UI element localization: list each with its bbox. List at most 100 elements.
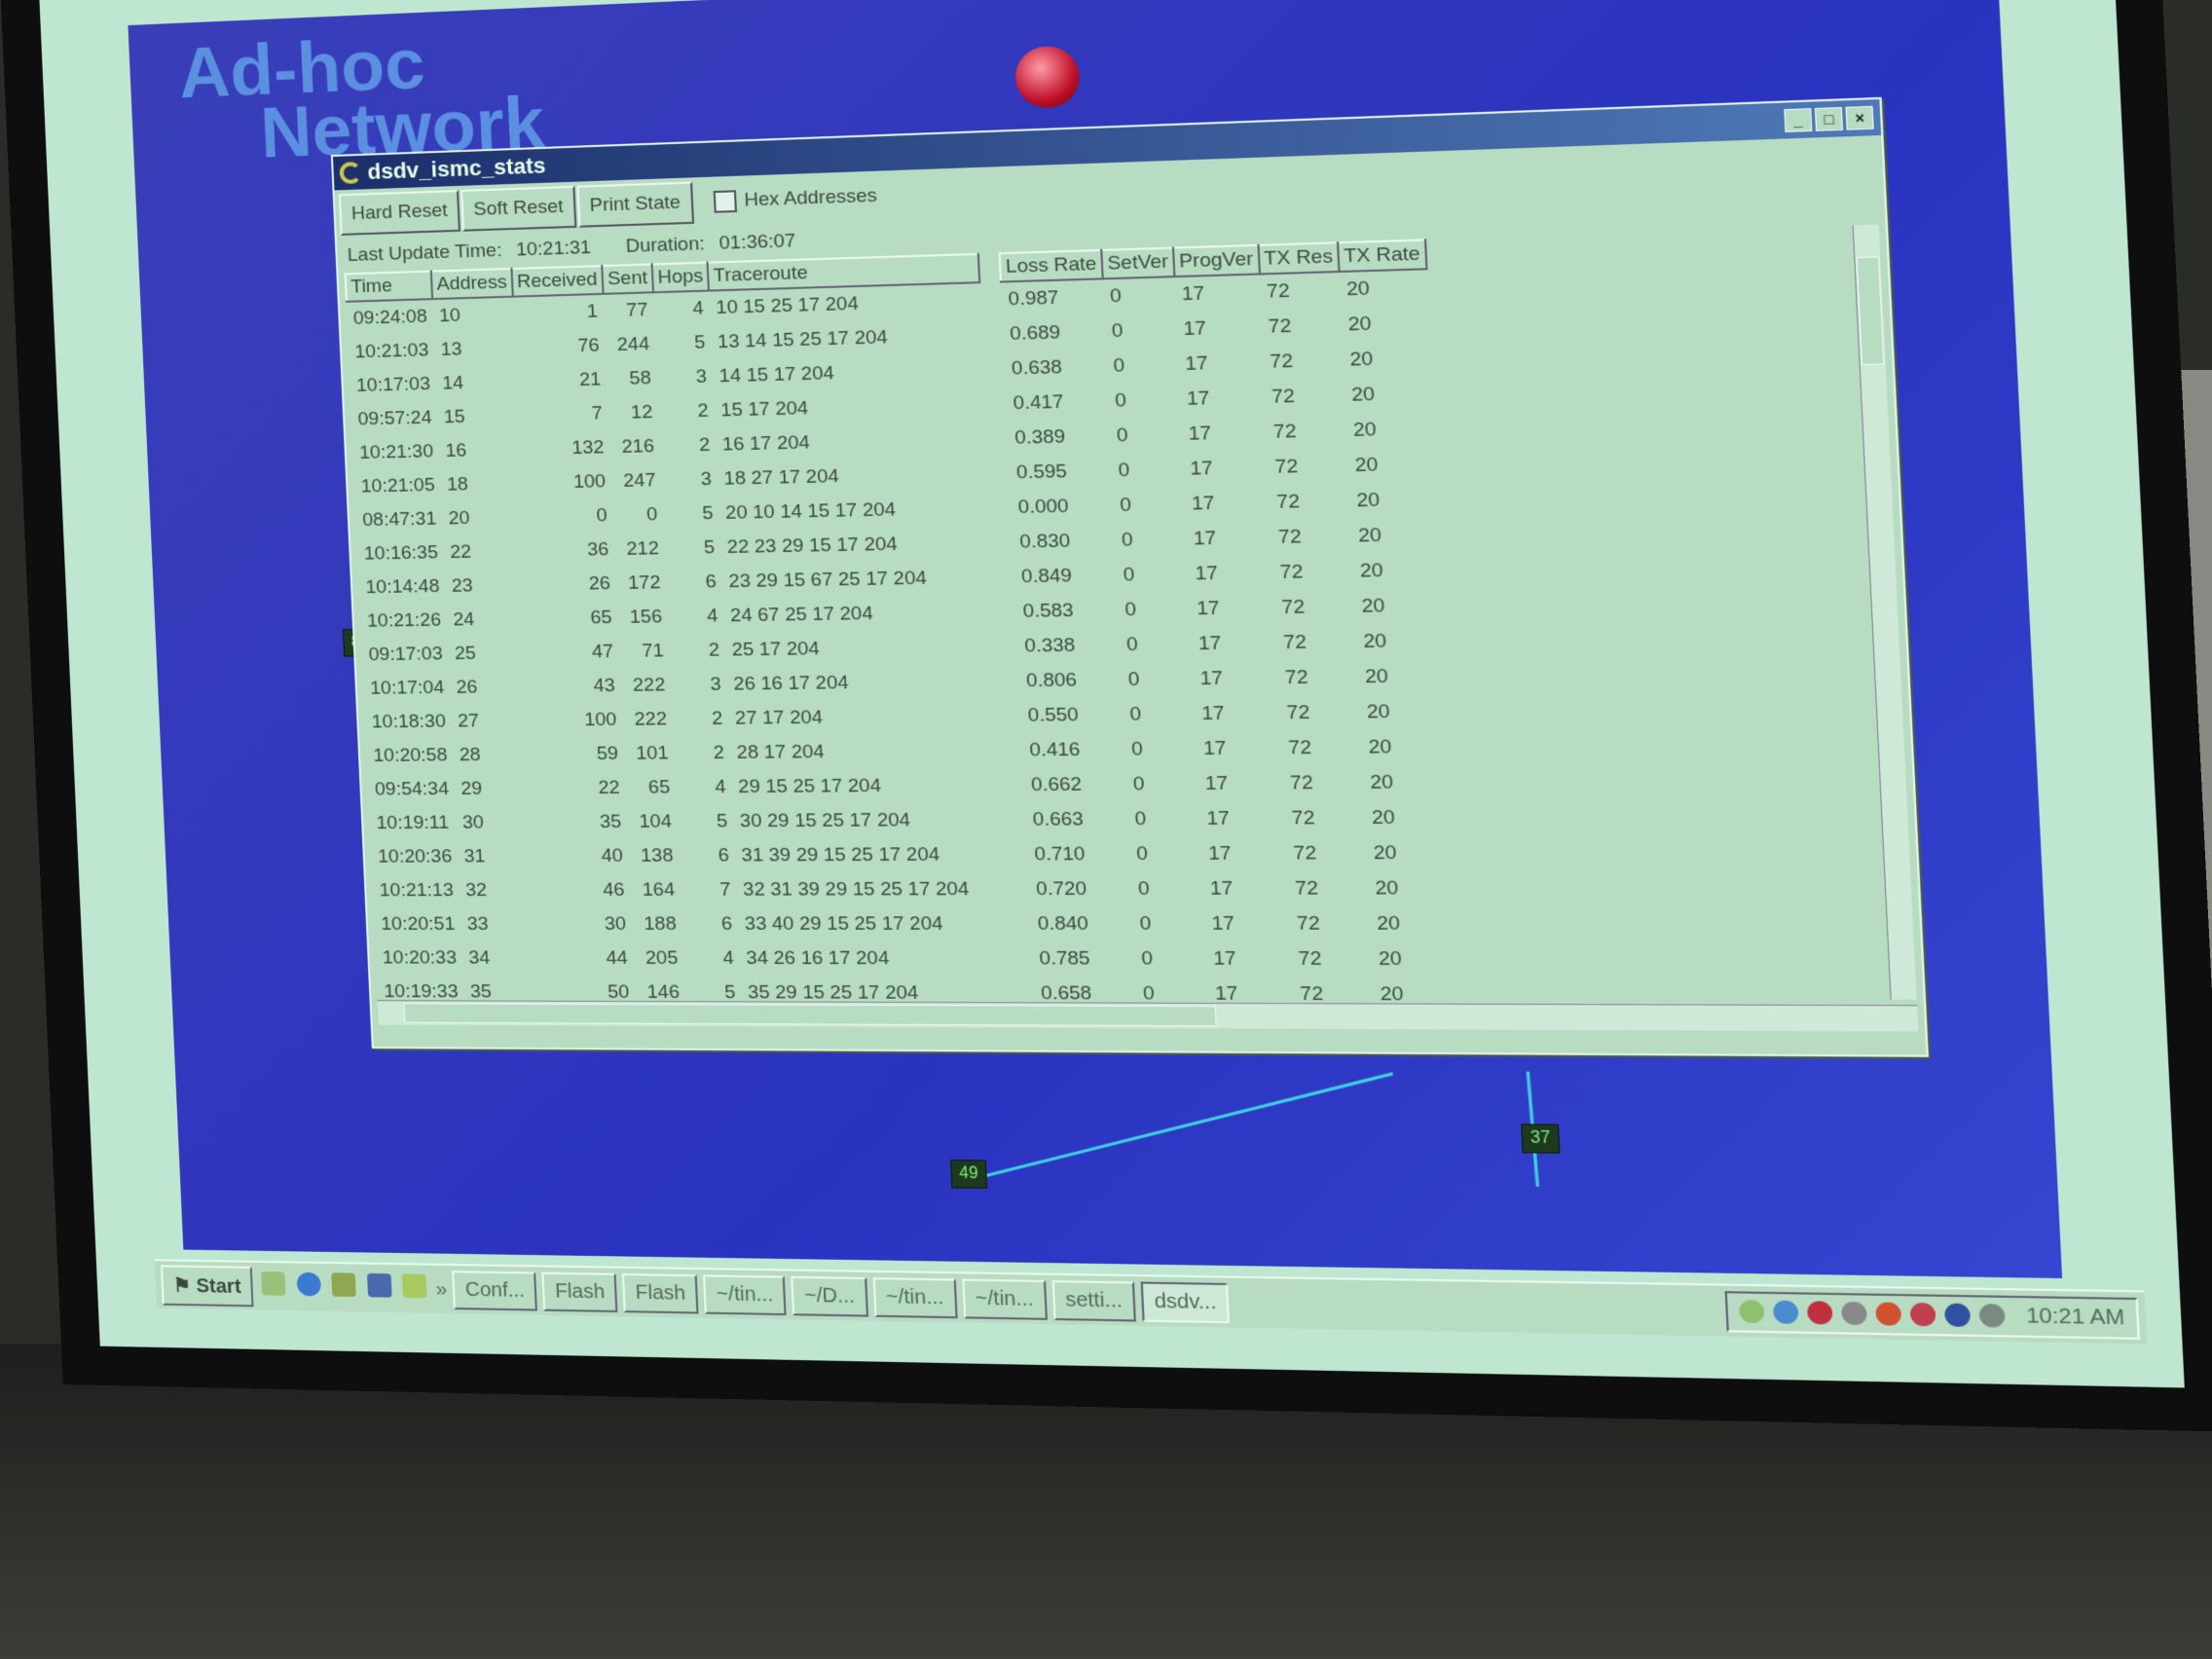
cell-sent: 188 [643,913,678,936]
cell-progver: 17 [1199,667,1224,690]
cell-sent: 222 [632,674,666,696]
cell-tx-rate: 20 [1357,524,1382,547]
horizontal-scrollbar[interactable] [377,1000,1919,1032]
cell-progver: 17 [1196,597,1221,620]
cell-time: 10:20:33 [382,947,458,969]
cell-gap [990,491,1013,526]
column-header-progver[interactable]: ProgVer [1172,244,1260,277]
table-row[interactable]: 10:21:13 32 46 164 7 32 31 39 29 15 25 17 204… [373,871,1457,908]
cell-hops: 5 [716,810,728,832]
cell-progver: 17 [1200,702,1226,725]
table-row[interactable]: 10:20:51 33 30 188 6 33 40 29 15 25 17 204 0.8… [374,906,1458,941]
cell-hops: 2 [708,640,720,661]
quick-launch [258,1272,430,1304]
column-header-hops[interactable]: Hops [651,262,710,293]
cell-gap [981,317,1004,352]
cell-received: 65 [589,607,613,629]
taskbar-item[interactable]: setti... [1051,1279,1136,1322]
print-state-button[interactable]: Print State [576,181,694,228]
column-header-loss-rate[interactable]: Loss Rate [999,249,1103,282]
cell-time: 10:21:30 [358,441,434,464]
column-header-tx-res[interactable]: TX Res [1258,242,1340,275]
cell-loss-rate: 0.830 [1018,530,1071,553]
more-button[interactable]: » [435,1278,448,1302]
cell-tx-rate: 20 [1359,560,1384,582]
desktop-icon[interactable] [261,1272,286,1296]
taskbar-item[interactable]: dsdv... [1140,1280,1231,1323]
stats-window: dsdv_ismc_stats _ □ × Hard Reset Soft Re… [330,96,1930,1057]
column-header-setver[interactable]: SetVer [1101,247,1175,279]
cell-sent: 12 [630,401,653,424]
taskbar-item[interactable]: Flash [622,1272,699,1313]
cell-time: 10:19:11 [376,812,450,834]
network-node[interactable]: 49 [949,1160,987,1189]
cell-progver: 17 [1207,842,1233,866]
cell-time: 10:17:03 [355,373,431,397]
cell-address: 16 [444,440,467,462]
cell-address: 24 [452,608,475,631]
cell-loss-rate: 0.710 [1034,843,1086,866]
cell-address: 22 [449,541,472,564]
hard-reset-button[interactable]: Hard Reset [338,189,461,236]
monitor-icon[interactable] [1841,1301,1868,1326]
ati-icon[interactable] [1807,1301,1834,1325]
cell-traceroute: 28 17 204 [736,741,826,764]
internet-explorer-icon[interactable] [296,1272,321,1297]
close-button[interactable]: × [1845,105,1874,130]
cell-setver: 0 [1119,494,1132,517]
cell-tx-rate: 20 [1373,842,1398,865]
column-header-tx-rate[interactable]: TX Rate [1337,240,1427,273]
search-icon[interactable] [1979,1304,2007,1328]
cell-setver: 0 [1112,354,1125,378]
cell-tx-rate: 20 [1374,877,1399,900]
network-flag-icon[interactable] [1773,1300,1800,1324]
cell-hops: 3 [710,674,722,696]
cell-gap [1003,768,1025,803]
cell-setver: 0 [1121,529,1134,552]
taskbar-item[interactable]: Flash [541,1272,618,1312]
column-header-sent[interactable]: Sent [602,264,653,294]
cell-gap [1006,837,1028,872]
cell-hops: 4 [714,776,727,798]
clock-icon[interactable] [331,1272,357,1298]
checkbox-box[interactable] [713,190,737,213]
column-header-address[interactable]: Address [430,269,513,300]
window-icon[interactable] [366,1272,392,1298]
cell-sent: 172 [627,571,661,594]
soft-reset-button[interactable]: Soft Reset [461,185,577,232]
cell-address: 25 [454,643,477,665]
cell-tx-res: 72 [1286,701,1310,724]
vertical-scrollbar[interactable] [1852,224,1917,1000]
taskbar-item[interactable]: ~/tin... [872,1276,958,1318]
minimize-button[interactable]: _ [1784,108,1813,132]
table-row[interactable]: 10:20:36 31 40 138 6 31 39 29 15 25 17 204 0.7… [371,835,1456,874]
app-icon[interactable] [1910,1302,1937,1327]
taskbar-item[interactable]: ~/D... [791,1275,868,1317]
hex-addresses-label: Hex Addresses [743,185,878,211]
start-label: Start [196,1274,242,1298]
cell-traceroute: 27 17 204 [734,707,824,729]
network-node[interactable]: 37 [1521,1124,1561,1154]
table-row[interactable]: 10:20:33 34 44 205 4 34 26 16 17 204 0.785 0 17 7… [376,941,1460,977]
cell-tx-rate: 20 [1355,489,1381,512]
scroll-thumb[interactable] [403,1003,1217,1027]
shield-icon[interactable] [1875,1302,1902,1326]
column-header-time[interactable]: Time [345,271,433,302]
maximize-button[interactable]: □ [1814,106,1844,131]
table-row[interactable]: 10:19:11 30 35 104 5 30 29 15 25 17 204 0.663 0… [370,800,1454,840]
cell-sent: 138 [640,845,674,866]
hex-addresses-checkbox[interactable]: Hex Addresses [713,185,877,213]
start-button[interactable]: ⚑ Start [160,1264,254,1307]
taskbar-item[interactable]: Conf... [452,1270,538,1311]
cell-tx-res: 72 [1269,350,1294,373]
folders-icon[interactable] [402,1273,427,1299]
scroll-thumb[interactable] [1856,256,1885,366]
cell-progver: 17 [1202,737,1227,760]
taskbar-item[interactable]: ~/tin... [703,1273,787,1315]
taskbar-item[interactable]: ~/tin... [961,1278,1048,1320]
antivirus-icon[interactable] [1944,1303,1972,1328]
speaker-icon[interactable] [1739,1300,1766,1324]
app-icon [339,161,362,185]
column-header-received[interactable]: Received [511,266,604,297]
cell-gap [1010,907,1032,942]
